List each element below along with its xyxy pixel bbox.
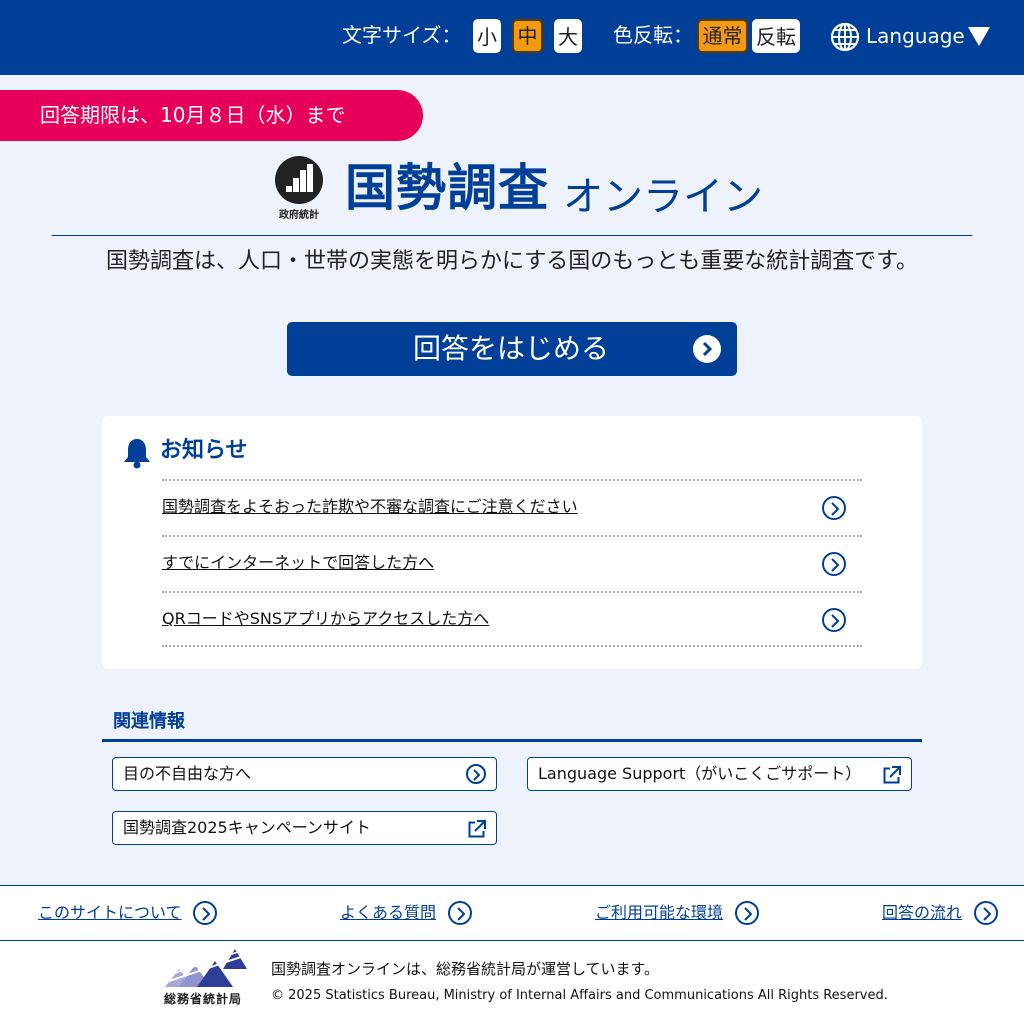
bell-icon bbox=[124, 439, 150, 469]
globe-icon[interactable] bbox=[830, 22, 860, 52]
font-size-small-button[interactable]: 小 bbox=[473, 19, 501, 53]
bureau-name: 総務省統計局 bbox=[164, 992, 243, 1006]
site-subtitle: オンライン bbox=[563, 174, 763, 220]
font-size-label: 文字サイズ： bbox=[342, 23, 462, 47]
language-selector[interactable]: Language bbox=[866, 24, 965, 48]
color-invert-button[interactable]: 反転 bbox=[752, 19, 800, 53]
notice-link[interactable]: 国勢調査をよそおった詐欺や不審な調査にご注意ください bbox=[162, 496, 578, 518]
chevron-right-circle-icon[interactable] bbox=[822, 552, 846, 576]
chevron-right-circle-icon[interactable] bbox=[448, 901, 472, 925]
chevron-right-icon bbox=[693, 335, 721, 363]
deadline-banner: 回答期限は、10月８日（水）まで bbox=[0, 90, 423, 141]
external-link-icon bbox=[468, 820, 486, 838]
footer-link-flow[interactable]: 回答の流れ bbox=[882, 902, 962, 924]
font-size-medium-button[interactable]: 中 bbox=[512, 19, 543, 53]
related-link-visually-impaired[interactable]: 目の不自由な方へ bbox=[112, 757, 497, 791]
chevron-right-circle-icon[interactable] bbox=[735, 901, 759, 925]
notice-item[interactable]: 国勢調査をよそおった詐欺や不審な調査にご注意ください bbox=[162, 479, 862, 535]
notice-item[interactable]: すでにインターネットで回答した方へ bbox=[162, 535, 862, 591]
related-link-label: 目の不自由な方へ bbox=[123, 764, 252, 783]
caret-down-icon[interactable] bbox=[968, 27, 990, 46]
divider bbox=[52, 235, 972, 236]
chevron-right-circle-icon bbox=[466, 764, 486, 784]
start-answer-button[interactable]: 回答をはじめる bbox=[287, 322, 737, 376]
notice-panel: お知らせ 国勢調査をよそおった詐欺や不審な調査にご注意ください すでにインターネ… bbox=[102, 416, 922, 669]
external-link-icon bbox=[883, 766, 901, 784]
related-link-label: Language Support（がいこくごサポート） bbox=[538, 764, 862, 783]
chevron-right-circle-icon[interactable] bbox=[974, 901, 998, 925]
logo-caption: 政府統計 bbox=[279, 208, 319, 221]
font-size-large-button[interactable]: 大 bbox=[554, 19, 582, 53]
divider bbox=[102, 739, 922, 742]
start-answer-label: 回答をはじめる bbox=[412, 332, 609, 365]
government-statistics-logo: 政府統計 bbox=[275, 156, 323, 221]
footer-link-faq[interactable]: よくある質問 bbox=[340, 902, 436, 924]
related-link-campaign-site[interactable]: 国勢調査2025キャンペーンサイト bbox=[112, 811, 497, 845]
tagline: 国勢調査は、人口・世帯の実態を明らかにする国のもっとも重要な統計調査です。 bbox=[105, 249, 919, 274]
footer-nav: このサイトについて よくある質問 ご利用可能な環境 回答の流れ bbox=[0, 885, 1024, 941]
chevron-right-circle-icon[interactable] bbox=[822, 496, 846, 520]
chevron-right-circle-icon[interactable] bbox=[822, 608, 846, 632]
related-link-label: 国勢調査2025キャンペーンサイト bbox=[123, 818, 371, 837]
top-bar: 文字サイズ： 小 中 大 色反転： 通常 反転 Language bbox=[0, 0, 1024, 75]
color-invert-label: 色反転： bbox=[613, 23, 693, 47]
site-title: 国勢調査 bbox=[345, 159, 549, 217]
notice-link[interactable]: すでにインターネットで回答した方へ bbox=[162, 552, 434, 574]
copyright-text: © 2025 Statistics Bureau, Ministry of In… bbox=[271, 988, 888, 1003]
related-link-language-support[interactable]: Language Support（がいこくごサポート） bbox=[527, 757, 912, 791]
color-normal-button[interactable]: 通常 bbox=[697, 19, 748, 53]
notice-item[interactable]: QRコードやSNSアプリからアクセスした方へ bbox=[162, 591, 862, 647]
operated-by-text: 国勢調査オンラインは、総務省統計局が運営しています。 bbox=[271, 960, 660, 978]
footer-link-environment[interactable]: ご利用可能な環境 bbox=[595, 902, 723, 924]
statistics-bureau-logo bbox=[163, 948, 247, 987]
notice-link[interactable]: QRコードやSNSアプリからアクセスした方へ bbox=[162, 608, 489, 630]
footer: 総務省統計局 国勢調査オンラインは、総務省統計局が運営しています。 © 2025… bbox=[0, 941, 1024, 1023]
footer-link-about[interactable]: このサイトについて bbox=[38, 902, 182, 924]
notice-title: お知らせ bbox=[160, 438, 248, 463]
chevron-right-circle-icon[interactable] bbox=[193, 901, 217, 925]
related-info-title: 関連情報 bbox=[113, 711, 185, 732]
